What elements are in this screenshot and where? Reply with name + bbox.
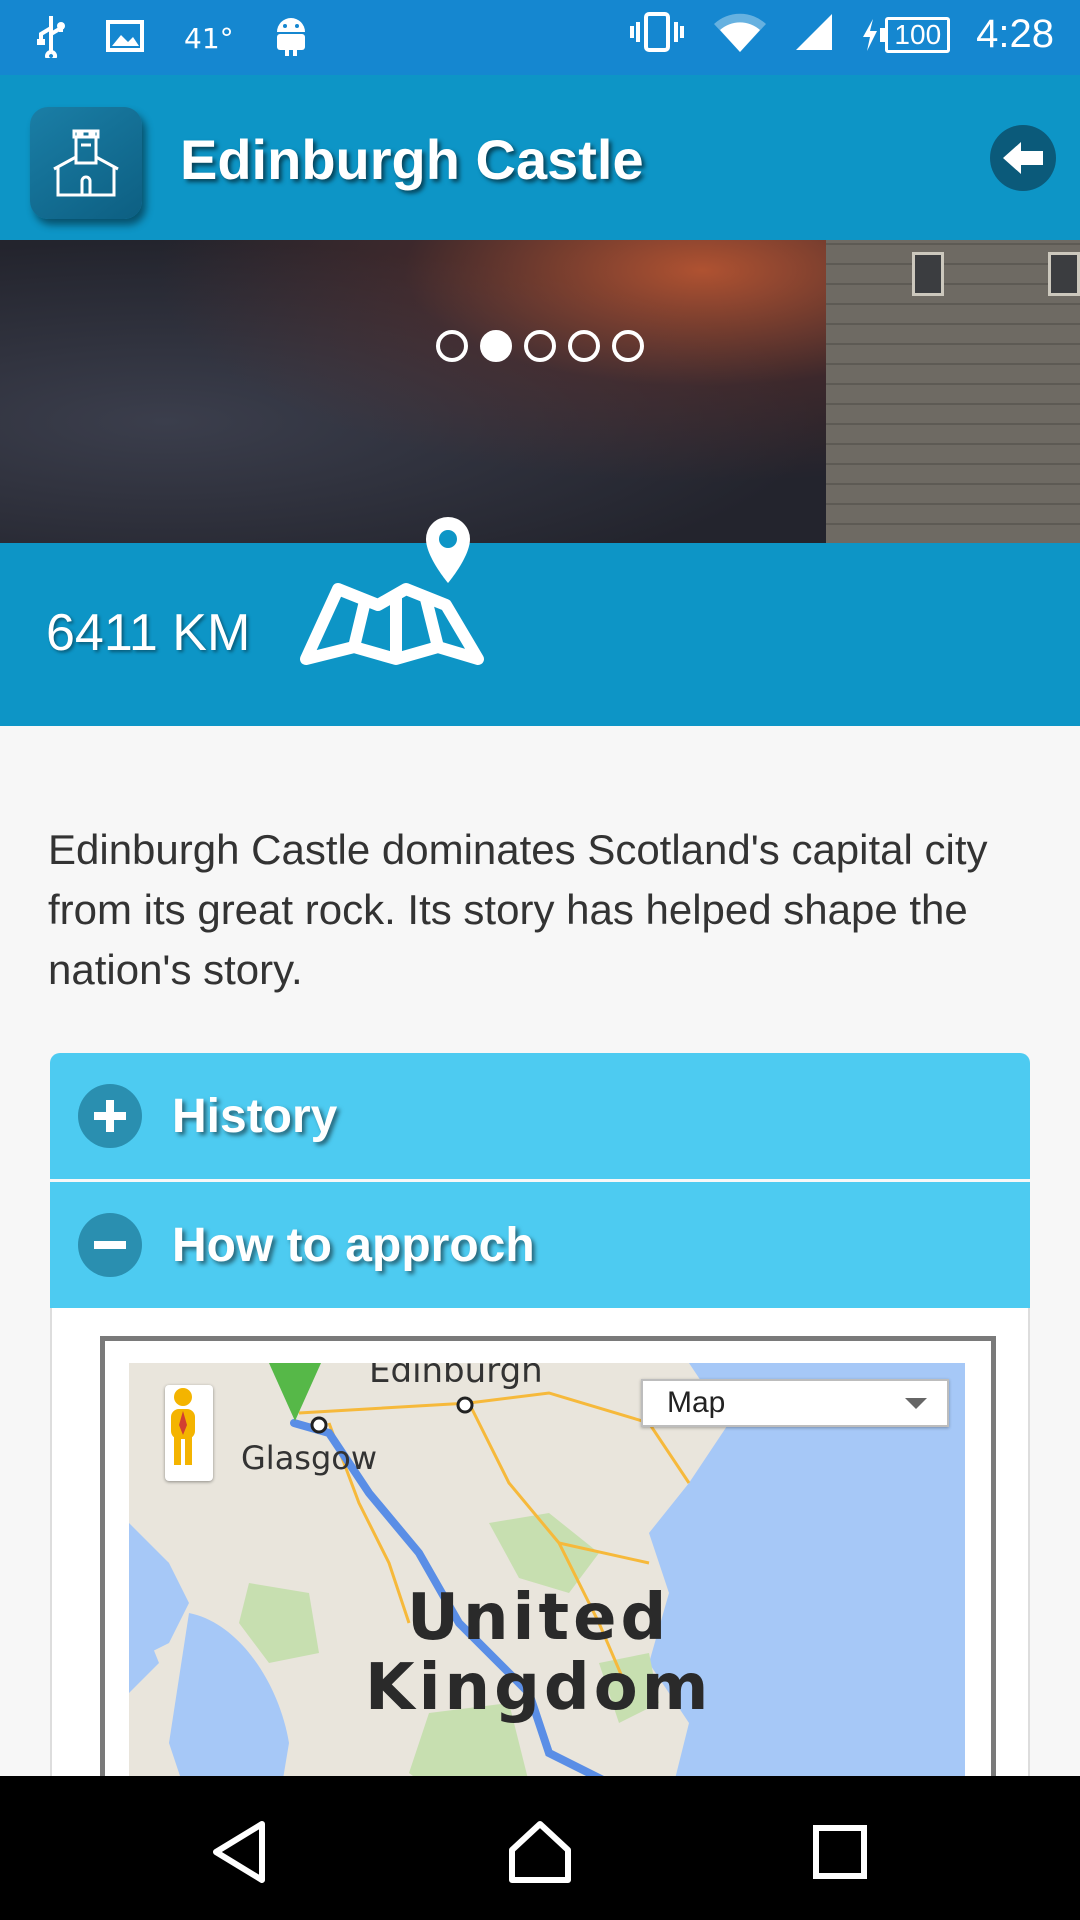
charging-icon bbox=[863, 18, 878, 51]
nav-recents-button[interactable] bbox=[800, 1812, 880, 1892]
carousel-dot-active[interactable] bbox=[480, 330, 512, 362]
status-bar: 41° 100 4:28 bbox=[0, 0, 1080, 75]
street-view-pegman[interactable] bbox=[165, 1385, 213, 1481]
back-arrow-icon bbox=[1003, 142, 1043, 174]
carousel-dot[interactable] bbox=[612, 330, 644, 362]
chevron-down-icon bbox=[905, 1397, 927, 1409]
carousel-indicator bbox=[0, 330, 1080, 362]
accordion-label: How to approch bbox=[172, 1218, 535, 1272]
map-label-country: Kingdom bbox=[365, 1651, 713, 1725]
carousel-dot[interactable] bbox=[524, 330, 556, 362]
accordion-label: History bbox=[172, 1089, 338, 1143]
system-nav-bar bbox=[0, 1776, 1080, 1920]
recents-icon bbox=[813, 1825, 867, 1879]
accordion-approach-body: Edinburgh Glasgow United Kingdom Map bbox=[50, 1308, 1030, 1803]
distance-bar: 6411 KM bbox=[0, 517, 1080, 726]
minus-icon bbox=[78, 1213, 142, 1277]
castle-rock-photo bbox=[0, 240, 826, 543]
accordion-history-header[interactable]: History bbox=[50, 1053, 1030, 1179]
nav-back-button[interactable] bbox=[200, 1812, 280, 1892]
vibrate-icon bbox=[628, 12, 686, 57]
accordion-approach-header[interactable]: How to approch bbox=[50, 1182, 1030, 1308]
map-frame: Edinburgh Glasgow United Kingdom Map bbox=[100, 1336, 996, 1803]
map-type-value: Map bbox=[667, 1386, 726, 1419]
pegman-icon bbox=[171, 1388, 195, 1465]
back-button[interactable] bbox=[990, 125, 1056, 191]
nav-home-button[interactable] bbox=[500, 1812, 580, 1892]
map-label-glasgow: Glasgow bbox=[241, 1439, 378, 1477]
clock: 4:28 bbox=[976, 12, 1054, 56]
map-label-edinburgh: Edinburgh bbox=[369, 1363, 543, 1391]
castle-wall-photo bbox=[826, 240, 1080, 543]
map-pin-icon[interactable] bbox=[298, 507, 488, 672]
carousel-dot[interactable] bbox=[568, 330, 600, 362]
page-title: Edinburgh Castle bbox=[180, 128, 644, 191]
image-carousel[interactable] bbox=[0, 240, 1080, 543]
map-label-country: United bbox=[407, 1581, 671, 1655]
usb-icon bbox=[36, 14, 66, 63]
wifi-icon bbox=[712, 10, 768, 59]
android-icon bbox=[274, 16, 308, 61]
home-icon bbox=[509, 1821, 571, 1883]
image-icon bbox=[106, 20, 144, 57]
battery-level: 100 bbox=[885, 16, 951, 53]
back-triangle-icon bbox=[213, 1821, 265, 1883]
map-type-select[interactable]: Map bbox=[641, 1379, 949, 1427]
embedded-map[interactable]: Edinburgh Glasgow United Kingdom Map bbox=[129, 1363, 965, 1803]
distance-value: 6411 KM bbox=[46, 604, 251, 662]
castle-icon bbox=[30, 107, 142, 219]
signal-icon bbox=[794, 12, 834, 57]
action-bar: Edinburgh Castle bbox=[0, 75, 1080, 240]
plus-icon bbox=[78, 1084, 142, 1148]
description-text: Edinburgh Castle dominates Scotland's ca… bbox=[48, 826, 988, 993]
accordion: History How to approch Edinburgh Glasgow… bbox=[50, 1053, 1030, 1803]
temperature-text: 41° bbox=[184, 22, 234, 55]
battery-icon: 100 bbox=[860, 16, 951, 53]
carousel-dot[interactable] bbox=[436, 330, 468, 362]
